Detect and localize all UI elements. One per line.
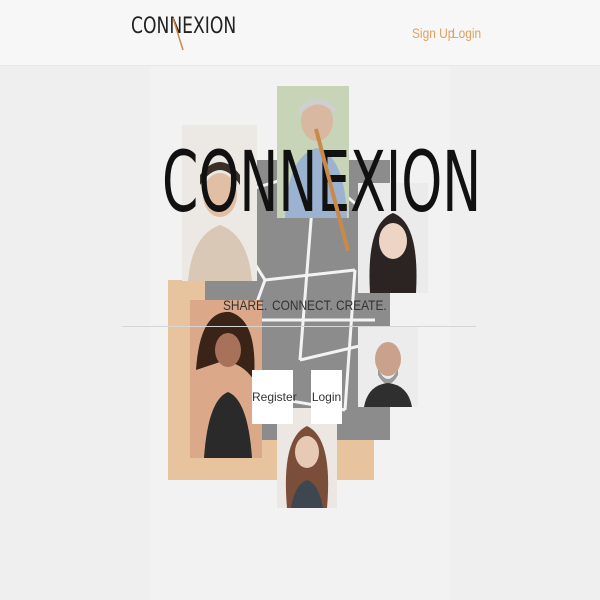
brand-x-accent-icon: [172, 17, 184, 51]
login-button[interactable]: Login: [311, 370, 342, 424]
tagline-create: CREATE.: [336, 297, 387, 313]
photo-bald-man: [358, 327, 418, 407]
nav-signup-link[interactable]: Sign Up: [412, 25, 454, 41]
hero-divider: [122, 326, 476, 327]
tagline-connect: CONNECT.: [272, 297, 333, 313]
tagline-share: SHARE.: [223, 297, 268, 313]
top-navbar: CONNEXION Sign Up Login: [0, 0, 600, 66]
nav-login-link[interactable]: Login: [452, 25, 481, 41]
register-button[interactable]: Register: [252, 370, 297, 424]
logo-x-accent-icon: [314, 128, 350, 252]
